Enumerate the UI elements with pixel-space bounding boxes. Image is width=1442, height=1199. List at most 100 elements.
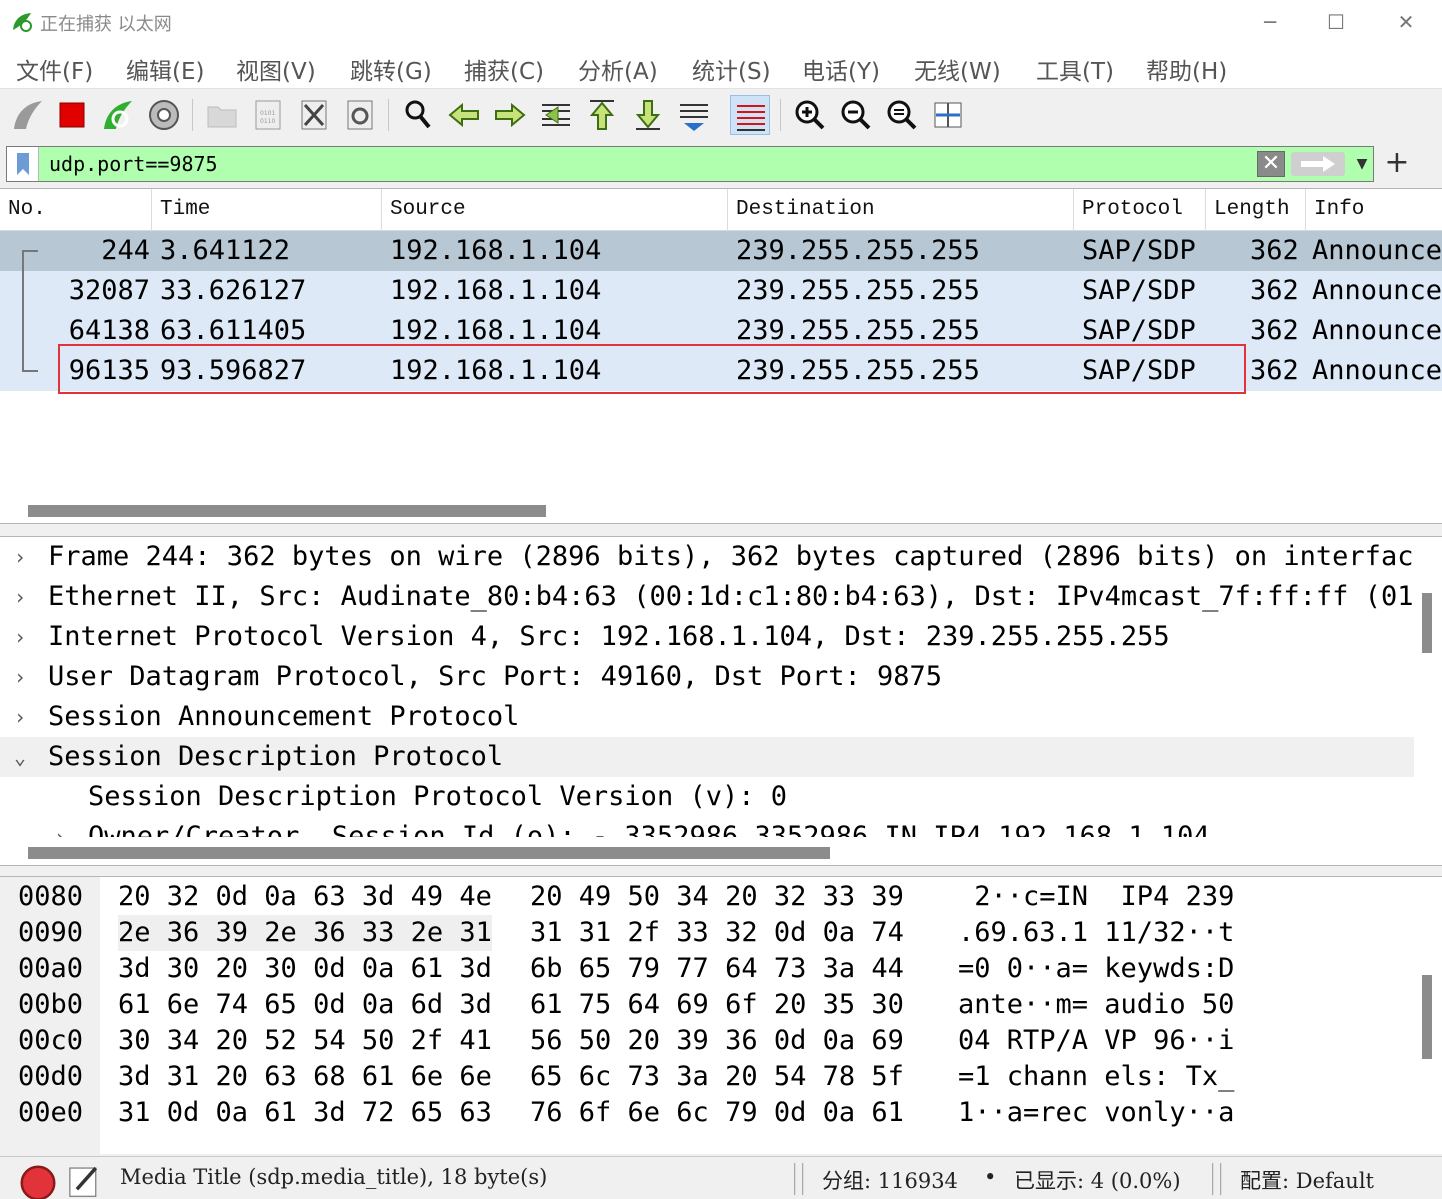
bytes-row[interactable]: 00c0 30 34 20 52 54 50 2f 41 56 50 20 39… [0,1023,1414,1059]
save-file-icon[interactable]: 0101 0110 [248,95,288,135]
detail-row-sdp-version[interactable]: Session Description Protocol Version (v)… [0,777,1414,817]
menu-edit[interactable]: 编辑(E) [126,52,204,86]
close-file-icon[interactable] [294,95,334,135]
capture-status-icon[interactable] [18,1163,56,1199]
detail-row-ipv4[interactable]: › Internet Protocol Version 4, Src: 192.… [0,617,1414,657]
close-button[interactable]: ✕ [1386,8,1426,36]
byte-offset: 00d0 [18,1061,84,1092]
go-back-icon[interactable] [444,95,484,135]
details-vertical-scrollbar[interactable] [1422,593,1432,653]
filter-history-dropdown-icon[interactable]: ▼ [1351,151,1373,177]
hex-group-2: 56 50 20 39 36 0d 0a 69 [530,1025,904,1056]
start-capture-icon[interactable] [8,95,48,135]
hex-group-1: 3d 30 20 30 0d 0a 61 3d [118,953,492,984]
auto-scroll-icon[interactable] [674,95,714,135]
edit-comment-icon[interactable] [64,1161,98,1197]
bytes-row[interactable]: 00b0 61 6e 74 65 0d 0a 6d 3d 61 75 64 69… [0,987,1414,1023]
expand-arrow-icon[interactable]: › [14,537,32,577]
detail-text: User Datagram Protocol, Src Port: 49160,… [48,661,943,692]
open-file-icon[interactable] [202,95,242,135]
menu-wireless[interactable]: 无线(W) [914,52,1001,86]
column-protocol[interactable]: Protocol [1074,189,1206,231]
bytes-row[interactable]: 00d0 3d 31 20 63 68 61 6e 6e 65 6c 73 3a… [0,1059,1414,1095]
column-destination[interactable]: Destination [728,189,1074,231]
reload-file-icon[interactable] [340,95,380,135]
column-no[interactable]: No. [0,189,152,231]
menu-telephony[interactable]: 电话(Y) [802,52,880,86]
hex-group-2: 20 49 50 34 20 32 33 39 [530,881,904,912]
go-last-packet-icon[interactable] [628,95,668,135]
cell-protocol: SAP/SDP [1082,235,1196,266]
detail-row-sap[interactable]: › Session Announcement Protocol [0,697,1414,737]
status-separator [802,1163,804,1195]
hex-group-2: 65 6c 73 3a 20 54 78 5f [530,1061,904,1092]
detail-row-udp[interactable]: › User Datagram Protocol, Src Port: 4916… [0,657,1414,697]
clear-filter-icon[interactable]: ✕ [1257,151,1285,177]
go-to-packet-icon[interactable] [536,95,576,135]
bookmark-icon[interactable] [7,147,39,181]
ascii-text: 2··c=IN IP4 239 [958,881,1235,912]
find-packet-icon[interactable] [398,95,438,135]
wireshark-app-icon [13,13,32,32]
hex-group-1: 61 6e 74 65 0d 0a 6d 3d [118,989,492,1020]
main-toolbar: 0101 0110 [0,88,1442,140]
details-horizontal-scrollbar[interactable] [28,847,830,859]
cell-time: 3.641122 [160,235,291,266]
menu-view[interactable]: 视图(V) [236,52,316,86]
column-info[interactable]: Info [1306,189,1442,231]
menu-analyze[interactable]: 分析(A) [578,52,658,86]
expand-arrow-icon[interactable]: › [14,577,32,617]
packet-row-selected[interactable]: 244 3.641122 192.168.1.104 239.255.255.2… [0,231,1442,271]
collapse-arrow-icon[interactable]: ⌄ [14,737,32,777]
column-length[interactable]: Length [1206,189,1306,231]
bytes-row[interactable]: 0090 2e 36 39 2e 36 33 2e 31 31 31 2f 33… [0,915,1414,951]
ascii-text: 04 RTP/A VP 96··i [958,1025,1235,1056]
add-filter-button-icon[interactable]: + [1382,146,1412,182]
packet-row[interactable]: 32087 33.626127 192.168.1.104 239.255.25… [0,271,1442,311]
detail-row-frame[interactable]: › Frame 244: 362 bytes on wire (2896 bit… [0,537,1414,577]
expand-arrow-icon[interactable]: › [14,697,32,737]
bytes-vertical-scrollbar[interactable] [1422,975,1432,1059]
capture-options-icon[interactable] [144,95,184,135]
apply-filter-arrow-icon[interactable] [1291,152,1345,176]
go-forward-icon[interactable] [490,95,530,135]
normal-size-icon[interactable] [882,95,922,135]
column-source[interactable]: Source [382,189,728,231]
menu-go[interactable]: 跳转(G) [350,52,432,86]
bytes-row[interactable]: 0080 20 32 0d 0a 63 3d 49 4e 20 49 50 34… [0,879,1414,915]
detail-text: Session Description Protocol Version (v)… [88,781,787,812]
menu-help[interactable]: 帮助(H) [1146,52,1227,86]
display-filter-input[interactable]: udp.port==9875 ✕ ▼ [6,146,1374,182]
bytes-row[interactable]: 00e0 31 0d 0a 61 3d 72 65 63 76 6f 6e 6c… [0,1095,1414,1131]
hex-group-2: 6b 65 79 77 64 73 3a 44 [530,953,904,984]
profile-label[interactable]: 配置: Default [1240,1165,1374,1195]
zoom-out-icon[interactable] [836,95,876,135]
zoom-in-icon[interactable] [790,95,830,135]
stop-capture-icon[interactable] [52,95,92,135]
title-bar: 正在捕获 以太网 ─ ☐ ✕ [0,0,1442,44]
expand-arrow-icon[interactable]: › [14,657,32,697]
byte-offset: 0080 [18,881,84,912]
detail-row-ethernet[interactable]: › Ethernet II, Src: Audinate_80:b4:63 (0… [0,577,1414,617]
menu-tools[interactable]: 工具(T) [1036,52,1114,86]
resize-columns-icon[interactable] [928,95,968,135]
filter-text[interactable]: udp.port==9875 [49,152,218,176]
cell-info: Announcement [1312,275,1442,306]
cell-length: 362 [1250,355,1299,386]
restart-capture-icon[interactable] [98,95,138,135]
toolbar-separator [192,99,193,131]
bytes-row[interactable]: 00a0 3d 30 20 30 0d 0a 61 3d 6b 65 79 77… [0,951,1414,987]
detail-row-sdp[interactable]: ⌄ Session Description Protocol [0,737,1414,777]
go-first-packet-icon[interactable] [582,95,622,135]
colorize-packets-icon[interactable] [730,95,770,135]
maximize-button[interactable]: ☐ [1316,8,1356,36]
byte-offset: 00e0 [18,1097,84,1128]
menu-statistics[interactable]: 统计(S) [692,52,771,86]
menu-file[interactable]: 文件(F) [16,52,93,86]
column-time[interactable]: Time [152,189,382,231]
expand-arrow-icon[interactable]: › [14,617,32,657]
packet-list-horizontal-scrollbar[interactable] [28,505,546,517]
menu-capture[interactable]: 捕获(C) [464,52,544,86]
minimize-button[interactable]: ─ [1250,8,1290,36]
hex-group-2: 31 31 2f 33 32 0d 0a 74 [530,917,904,948]
